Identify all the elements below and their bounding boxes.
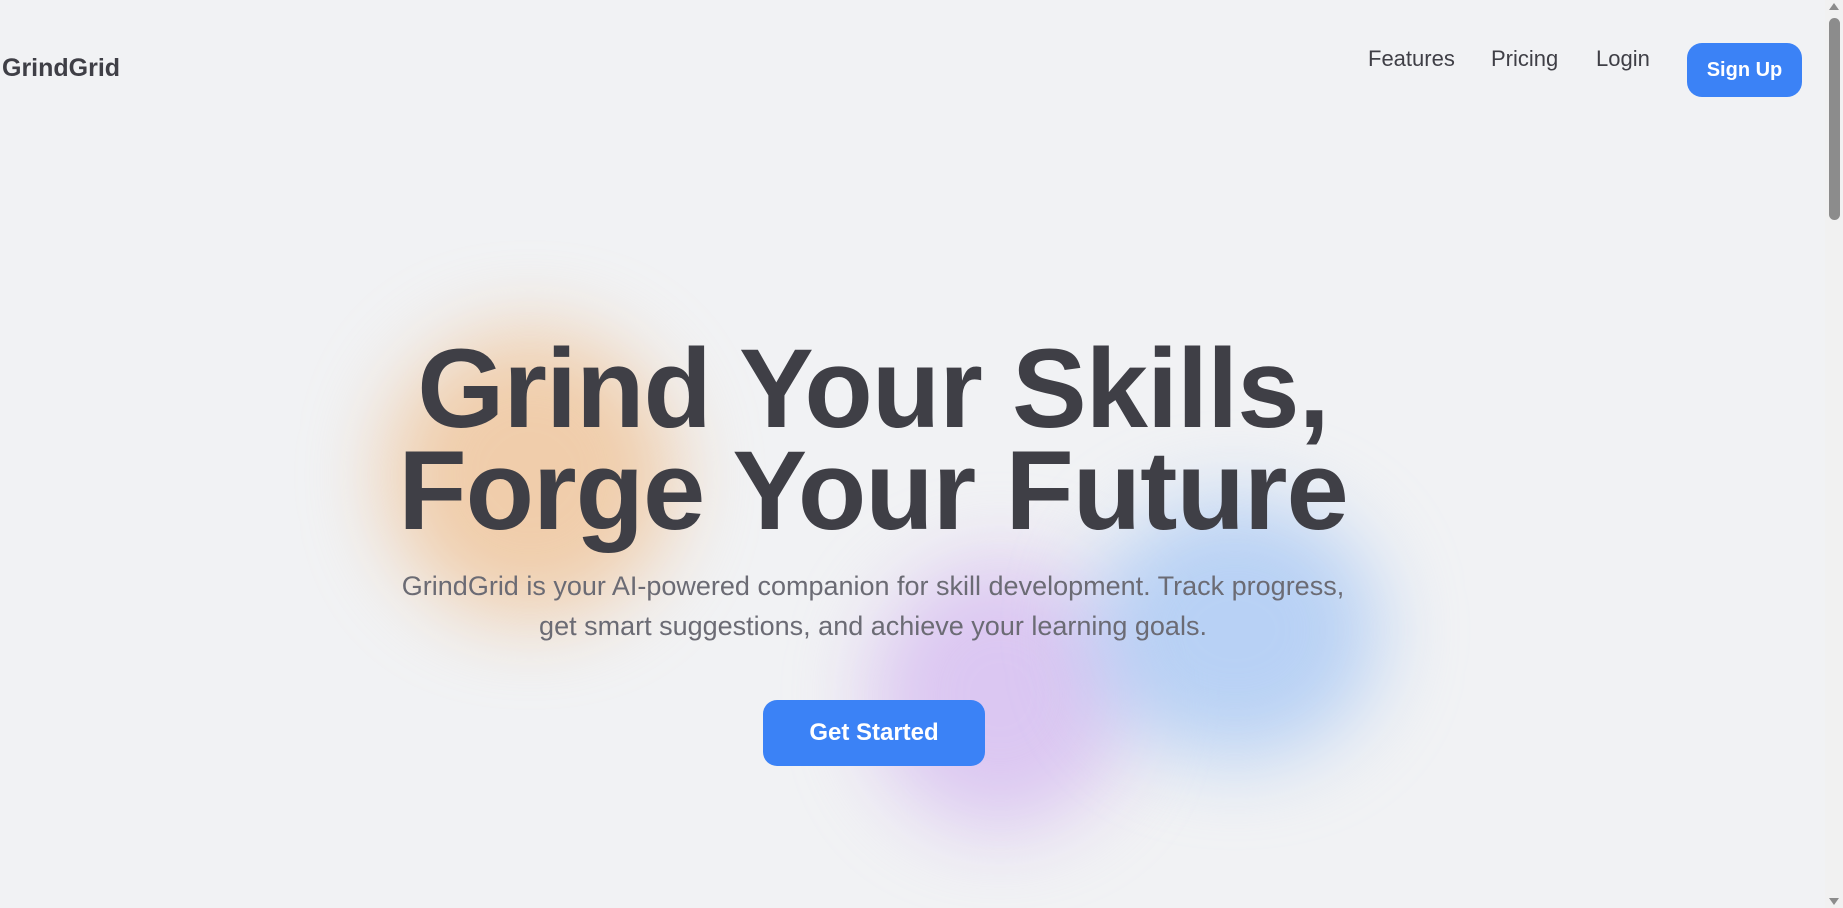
get-started-button[interactable]: Get Started — [763, 700, 985, 766]
hero-subtitle-line2: get smart suggestions, and achieve your … — [539, 611, 1207, 641]
hero-title-line2: Forge Your Future — [398, 428, 1349, 553]
hero-title: Grind Your Skills, Forge Your Future — [323, 326, 1423, 553]
nav-pricing[interactable]: Pricing — [1491, 46, 1558, 72]
scroll-up-arrow-icon[interactable] — [1829, 3, 1839, 10]
sign-up-button[interactable]: Sign Up — [1687, 43, 1802, 97]
hero-title-line1: Grind Your Skills, — [417, 326, 1329, 451]
hero-subtitle: GrindGrid is your AI-powered companion f… — [323, 566, 1423, 646]
scrollbar[interactable] — [1825, 0, 1843, 908]
nav-login[interactable]: Login — [1596, 46, 1650, 72]
scrollbar-thumb[interactable] — [1829, 18, 1840, 220]
logo[interactable]: GrindGrid — [2, 54, 120, 83]
nav-features[interactable]: Features — [1368, 46, 1455, 72]
scroll-down-arrow-icon[interactable] — [1829, 898, 1839, 905]
hero-subtitle-line1: GrindGrid is your AI-powered companion f… — [401, 571, 1345, 601]
